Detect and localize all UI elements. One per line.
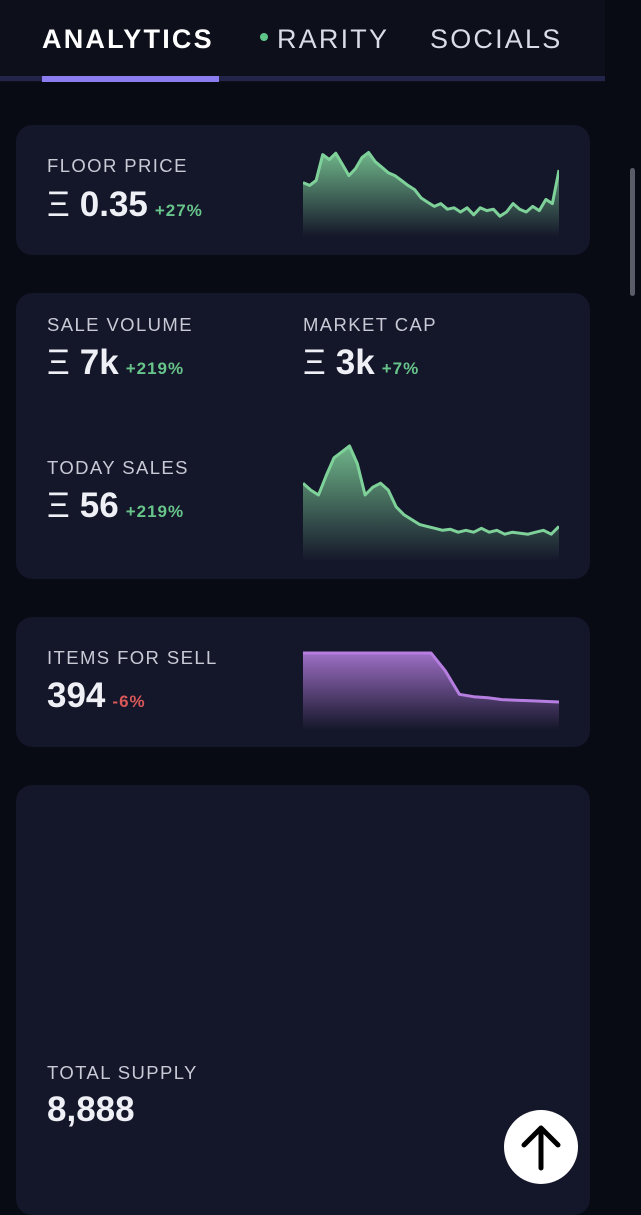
items-for-sell-label: ITEMS FOR SELL — [47, 647, 218, 668]
today-sales-amount: 56 — [79, 486, 119, 525]
floor-price-sparkline — [303, 151, 559, 237]
sales-card: SALE VOLUME Ξ 7k +219% MARKET CAP Ξ 3k +7% T… — [16, 293, 590, 579]
today-sales-label: TODAY SALES — [47, 457, 189, 478]
tab-rarity-label: RARITY — [277, 24, 390, 54]
floor-price-amount: 0.35 — [79, 185, 148, 224]
floor-price-label: FLOOR PRICE — [47, 155, 188, 176]
market-cap-label: MARKET CAP — [303, 314, 437, 335]
floor-price-card: FLOOR PRICE Ξ 0.35 +27% — [16, 125, 590, 255]
market-cap-change: +7% — [381, 359, 420, 378]
tab-socials[interactable]: SOCIALS — [430, 22, 562, 56]
eth-symbol: Ξ — [47, 185, 70, 224]
today-sales-sparkline — [303, 444, 559, 562]
arrow-up-icon — [521, 1125, 561, 1171]
tab-rarity[interactable]: RARITY — [260, 22, 389, 56]
today-sales-change: +219% — [125, 502, 185, 521]
tab-analytics[interactable]: ANALYTICS — [42, 22, 214, 56]
floor-price-change: +27% — [154, 201, 203, 220]
market-cap-value: Ξ 3k +7% — [303, 343, 419, 389]
sale-volume-change: +219% — [125, 359, 185, 378]
active-tab-indicator — [42, 76, 219, 82]
market-cap-amount: 3k — [335, 343, 375, 382]
items-for-sell-sparkline — [303, 651, 559, 730]
items-for-sell-value: 394 -6% — [47, 676, 146, 722]
scrollbar[interactable] — [630, 168, 635, 296]
scroll-to-top-button[interactable] — [504, 1110, 578, 1184]
eth-symbol: Ξ — [303, 343, 326, 382]
floor-price-value: Ξ 0.35 +27% — [47, 185, 203, 231]
items-for-sell-amount: 394 — [47, 676, 106, 715]
sale-volume-value: Ξ 7k +219% — [47, 343, 184, 389]
total-supply-label: TOTAL SUPPLY — [47, 1062, 198, 1083]
rarity-indicator-dot — [260, 32, 268, 41]
eth-symbol: Ξ — [47, 343, 70, 382]
items-for-sell-trend-area — [303, 653, 559, 730]
items-for-sell-card: ITEMS FOR SELL 394 -6% — [16, 617, 590, 747]
sale-volume-amount: 7k — [79, 343, 119, 382]
today-sales-value: Ξ 56 +219% — [47, 486, 184, 532]
eth-symbol: Ξ — [47, 486, 70, 525]
total-supply-value: 8,888 — [47, 1090, 135, 1129]
tab-bar: ANALYTICS RARITY SOCIALS — [0, 0, 605, 82]
today-sales-trend-area — [303, 446, 559, 562]
items-for-sell-change: -6% — [112, 692, 146, 711]
sale-volume-label: SALE VOLUME — [47, 314, 193, 335]
